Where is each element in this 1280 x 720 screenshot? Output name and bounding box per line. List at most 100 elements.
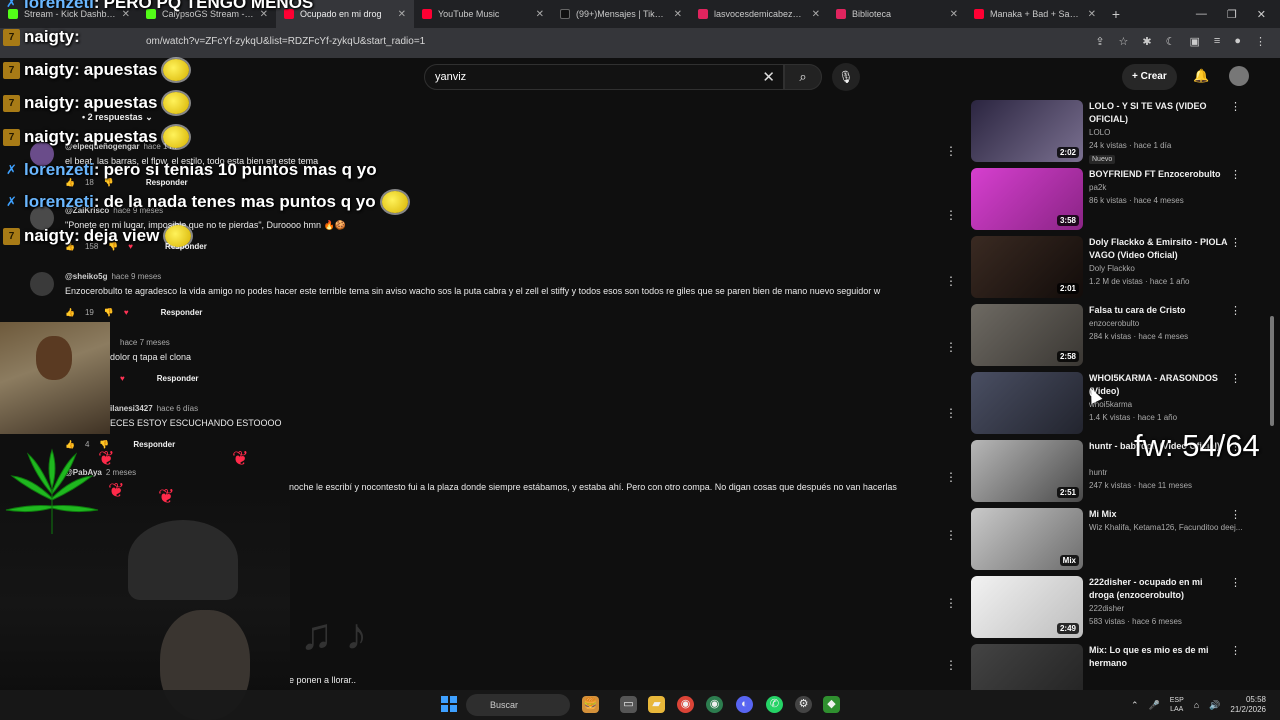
chrome-icon[interactable]: ◉ xyxy=(677,696,694,713)
close-icon[interactable]: ✕ xyxy=(1088,9,1096,20)
puzzle-icon[interactable]: ▣ xyxy=(1190,35,1200,48)
browser-tab[interactable]: lasvocesdemicabeza por ✕ xyxy=(690,0,828,28)
chat-username[interactable]: naigty xyxy=(24,226,74,246)
video-title[interactable]: 222disher - ocupado en mi droga (enzocer… xyxy=(1089,576,1229,602)
related-video[interactable]: Mix: Lo que es mio es de mi hermano ⋮ xyxy=(970,642,1250,690)
like-icon[interactable]: 👍 xyxy=(65,308,75,317)
volume-icon[interactable]: 🔊 xyxy=(1209,700,1220,711)
menu-icon[interactable]: ⋮ xyxy=(1255,35,1266,48)
clock[interactable]: 05:58 21/2/2026 xyxy=(1230,695,1266,715)
video-title[interactable]: Falsa tu cara de Cristo xyxy=(1089,304,1229,317)
task-view-icon[interactable]: ▭ xyxy=(620,696,637,713)
browser-tab[interactable]: Manaka + Bad + Sad Boi ✕ xyxy=(966,0,1104,28)
video-thumbnail[interactable] xyxy=(971,372,1083,434)
related-video[interactable]: 2:49 222disher - ocupado en mi droga (enz… xyxy=(970,574,1250,638)
more-options-icon[interactable]: ⋮ xyxy=(945,340,957,354)
chat-username[interactable]: naigty xyxy=(24,93,74,113)
chevron-up-icon[interactable]: ⌃ xyxy=(1131,700,1139,711)
related-video[interactable]: Mix Mi Mix Wiz Khalifa, Ketama126, Facundi… xyxy=(970,506,1250,570)
video-title[interactable]: BOYFRIEND FT Enzocerobulto xyxy=(1089,168,1229,181)
video-channel[interactable]: enzocerobulto xyxy=(1089,319,1139,328)
more-options-icon[interactable]: ⋮ xyxy=(1230,644,1241,657)
more-options-icon[interactable]: ⋮ xyxy=(1230,304,1241,317)
video-thumbnail[interactable]: 2:01 xyxy=(971,236,1083,298)
video-title[interactable]: Mix: Lo que es mio es de mi hermano xyxy=(1089,644,1229,670)
moon-icon[interactable]: ☾ xyxy=(1166,35,1176,48)
video-title[interactable]: WHOI5KARMA - ARASONDOS (Video) xyxy=(1089,372,1229,398)
clear-search-icon[interactable]: ✕ xyxy=(762,68,775,86)
video-thumbnail[interactable]: 2:02 xyxy=(971,100,1083,162)
more-options-icon[interactable]: ⋮ xyxy=(1230,576,1241,589)
video-thumbnail[interactable]: Mix xyxy=(971,508,1083,570)
reply-button[interactable]: Responder xyxy=(133,440,175,449)
more-options-icon[interactable]: ⋮ xyxy=(945,208,957,222)
chat-username[interactable]: naigty xyxy=(24,127,74,147)
browser-icon[interactable]: ◉ xyxy=(706,696,723,713)
more-options-icon[interactable]: ⋮ xyxy=(945,528,957,542)
video-thumbnail[interactable]: 2:58 xyxy=(971,304,1083,366)
more-options-icon[interactable]: ⋮ xyxy=(945,470,957,484)
dislike-icon[interactable]: 👎 xyxy=(104,308,114,317)
related-video[interactable]: WHOI5KARMA - ARASONDOS (Video) whoi5karma… xyxy=(970,370,1250,434)
search-button[interactable]: ⌕ xyxy=(784,64,822,90)
video-channel[interactable]: Doly Flackko xyxy=(1089,264,1135,273)
more-options-icon[interactable]: ⋮ xyxy=(1230,508,1241,521)
microphone-icon[interactable]: 🎤 xyxy=(1149,700,1160,711)
more-options-icon[interactable]: ⋮ xyxy=(945,406,957,420)
file-explorer-icon[interactable]: ▰ xyxy=(648,696,665,713)
chat-username[interactable]: lorenzeti xyxy=(24,160,94,180)
reply-button[interactable]: Responder xyxy=(161,308,203,317)
video-thumbnail[interactable]: 3:58 xyxy=(971,168,1083,230)
video-title[interactable]: LOLO - Y SI TE VAS (VIDEO OFICIAL) xyxy=(1089,100,1229,126)
chat-username[interactable]: lorenzeti xyxy=(24,0,94,13)
comment-author[interactable]: hace 7 meses xyxy=(116,338,170,347)
notifications-bell-icon[interactable]: 🔔 xyxy=(1193,68,1209,84)
close-icon[interactable]: ✕ xyxy=(536,9,544,20)
more-options-icon[interactable]: ⋮ xyxy=(945,144,957,158)
taskbar-search[interactable]: Buscar xyxy=(466,694,570,716)
close-icon[interactable]: ✕ xyxy=(674,9,682,20)
close-icon[interactable]: ✕ xyxy=(812,9,820,20)
app-icon[interactable]: ◆ xyxy=(823,696,840,713)
bookmark-star-icon[interactable]: ☆ xyxy=(1119,35,1129,48)
more-options-icon[interactable]: ⋮ xyxy=(1230,236,1241,249)
related-video[interactable]: 2:02 LOLO - Y SI TE VAS (VIDEO OFICIAL) LO… xyxy=(970,98,1250,164)
video-channel[interactable]: 222disher xyxy=(1089,604,1124,613)
video-title[interactable]: Doly Flackko & Emirsito - PIOLA VAGO (Vi… xyxy=(1089,236,1229,262)
close-icon[interactable]: ✕ xyxy=(950,9,958,20)
video-title[interactable]: Mi Mix xyxy=(1089,508,1229,521)
related-video[interactable]: 2:58 Falsa tu cara de Cristo enzocerobulto… xyxy=(970,302,1250,366)
more-options-icon[interactable]: ⋮ xyxy=(1230,100,1241,113)
chat-username[interactable]: naigty xyxy=(24,60,74,80)
more-options-icon[interactable]: ⋮ xyxy=(945,596,957,610)
burger-app-icon[interactable]: 🍔 xyxy=(582,696,599,713)
discord-icon[interactable]: ◐ xyxy=(736,696,753,713)
related-video[interactable]: 2:01 Doly Flackko & Emirsito - PIOLA VAGO… xyxy=(970,234,1250,298)
comment-author[interactable]: @sheiko5g hace 9 meses xyxy=(65,272,161,281)
video-thumbnail[interactable]: 2:51 xyxy=(971,440,1083,502)
profile-icon[interactable]: ● xyxy=(1234,35,1241,48)
browser-tab[interactable]: Biblioteca ✕ xyxy=(828,0,966,28)
minimize-icon[interactable]: — xyxy=(1196,8,1207,21)
more-options-icon[interactable]: ⋮ xyxy=(1230,168,1241,181)
more-options-icon[interactable]: ⋮ xyxy=(945,274,957,288)
account-avatar[interactable] xyxy=(1229,66,1249,86)
media-icon[interactable]: ≡ xyxy=(1214,35,1220,48)
video-thumbnail[interactable] xyxy=(971,644,1083,690)
avatar[interactable] xyxy=(30,272,54,296)
video-channel[interactable]: Wiz Khalifa, Ketama126, Facunditoo deej.… xyxy=(1089,523,1242,532)
reply-button[interactable]: Responder xyxy=(157,374,199,383)
video-channel[interactable]: LOLO xyxy=(1089,128,1110,137)
voice-search-button[interactable]: 🎙 xyxy=(832,63,860,91)
windows-start-icon[interactable] xyxy=(441,696,457,712)
search-input[interactable]: yanviz ✕ xyxy=(424,64,784,90)
chat-username[interactable]: lorenzeti xyxy=(24,192,94,212)
comment-author[interactable]: ilanesi3427 hace 6 días xyxy=(110,404,198,413)
extension-icon[interactable]: ✱ xyxy=(1142,35,1151,48)
install-icon[interactable]: ⇪ xyxy=(1095,35,1104,48)
whatsapp-icon[interactable]: ✆ xyxy=(766,696,783,713)
settings-icon[interactable]: ⚙ xyxy=(795,696,812,713)
more-options-icon[interactable]: ⋮ xyxy=(1230,372,1241,385)
new-tab-button[interactable]: + xyxy=(1104,6,1128,22)
chat-username[interactable]: naigty xyxy=(24,27,74,47)
